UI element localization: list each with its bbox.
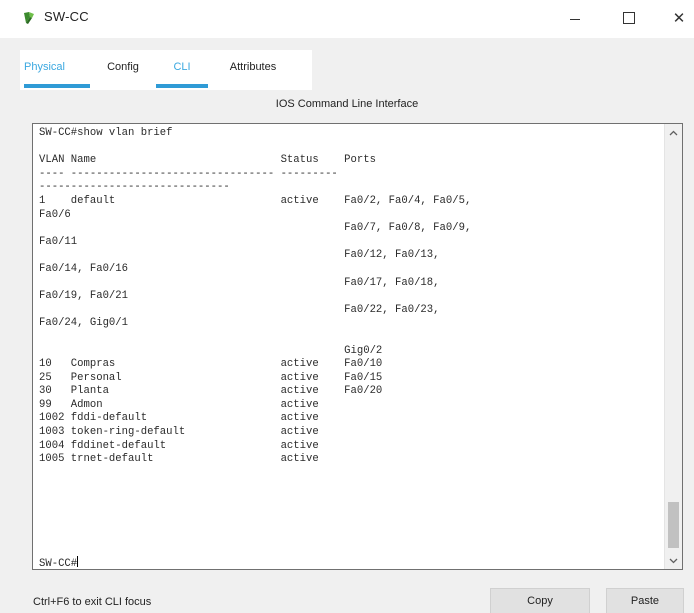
cli-output: SW-CC#show vlan brief VLAN Name Status P… bbox=[39, 127, 472, 466]
cli-heading: IOS Command Line Interface bbox=[275, 98, 419, 110]
tab-config-label: Config bbox=[107, 61, 139, 73]
cli-prompt-line[interactable]: SW-CC# bbox=[33, 556, 659, 569]
cli-terminal[interactable]: SW-CC#show vlan brief VLAN Name Status P… bbox=[32, 123, 683, 570]
scroll-up-button[interactable] bbox=[665, 124, 682, 141]
tab-config[interactable]: Config bbox=[94, 50, 152, 84]
minimize-icon bbox=[570, 18, 580, 20]
tab-physical[interactable]: Physical bbox=[20, 50, 94, 88]
tab-attributes-label: Attributes bbox=[229, 61, 277, 73]
switch-device-icon bbox=[22, 11, 36, 25]
cli-prompt: SW-CC# bbox=[39, 558, 78, 570]
maximize-icon bbox=[623, 12, 635, 24]
paste-button[interactable]: Paste bbox=[606, 588, 684, 613]
tab-physical-label: Physical bbox=[24, 61, 65, 73]
scroll-down-button[interactable] bbox=[665, 552, 682, 569]
close-icon: ✕ bbox=[672, 10, 686, 27]
tab-attributes[interactable]: Attributes bbox=[212, 50, 294, 84]
cli-window: SW-CC ✕ Physical Config CLI Attributes I… bbox=[0, 0, 694, 613]
chevron-down-icon bbox=[669, 558, 678, 563]
copy-button[interactable]: Copy bbox=[490, 588, 590, 613]
window-title: SW-CC bbox=[44, 9, 89, 24]
title-bar: SW-CC ✕ bbox=[0, 0, 694, 36]
minimize-button[interactable] bbox=[560, 6, 590, 30]
chevron-up-icon bbox=[669, 130, 678, 135]
scroll-thumb[interactable] bbox=[668, 502, 679, 548]
maximize-button[interactable] bbox=[614, 6, 644, 30]
terminal-scrollbar[interactable] bbox=[664, 124, 682, 569]
close-button[interactable]: ✕ bbox=[664, 6, 694, 30]
tab-cli[interactable]: CLI bbox=[152, 50, 212, 88]
focus-hint: Ctrl+F6 to exit CLI focus bbox=[33, 596, 152, 608]
main-panel: Physical Config CLI Attributes IOS Comma… bbox=[0, 38, 694, 613]
text-cursor bbox=[77, 556, 79, 567]
tab-bar: Physical Config CLI Attributes bbox=[20, 50, 312, 90]
tab-cli-label: CLI bbox=[173, 61, 191, 73]
